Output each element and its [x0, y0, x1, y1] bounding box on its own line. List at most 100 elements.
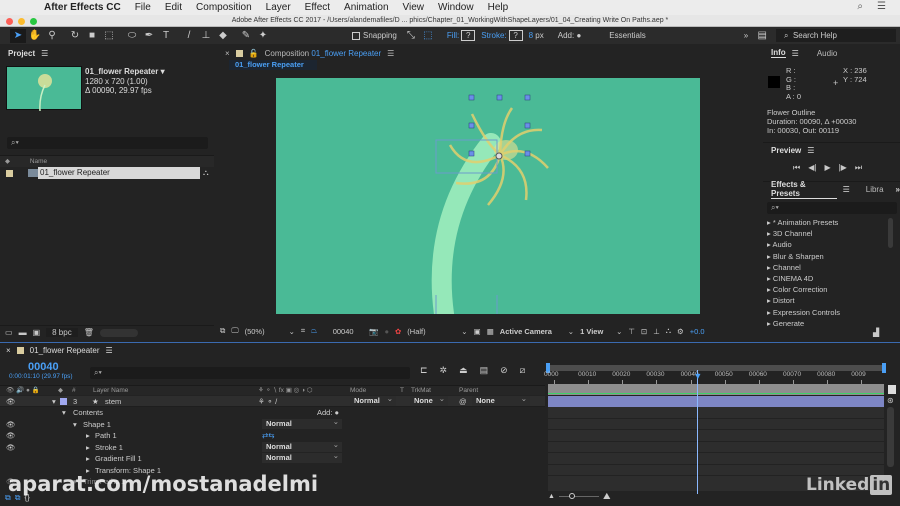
play-icon[interactable]: ▶ [824, 163, 830, 173]
menu-app-name[interactable]: After Effects CC [44, 2, 121, 13]
tab-audio[interactable]: Audio [817, 49, 837, 58]
resolution-dropdown[interactable]: (Half) [407, 327, 455, 336]
first-frame-icon[interactable]: ⏮ [793, 163, 800, 173]
blend-mode-dropdown[interactable]: Normal [262, 417, 342, 429]
current-time-display[interactable]: 00040 [323, 327, 363, 336]
panel-menu-icon[interactable]: ☰ [106, 346, 113, 355]
draft-3d-icon[interactable]: ✲ [440, 365, 448, 376]
eraser-tool-icon[interactable]: ◆ [215, 29, 231, 43]
layer-switches[interactable]: ⚘ ⚬ / [258, 396, 277, 407]
effects-scrollbar[interactable] [888, 218, 893, 248]
effects-category[interactable]: ▸ Channel [763, 262, 900, 273]
av-features-icons[interactable]: 👁 🔊 ● 🔒 [6, 386, 40, 396]
panel-menu-icon[interactable]: ☰ [387, 49, 394, 58]
previous-frame-icon[interactable]: ◀| [808, 163, 816, 173]
label-color-swatch[interactable] [6, 170, 13, 177]
project-scrollbar[interactable] [99, 328, 138, 337]
project-panel-title[interactable]: Project [8, 49, 35, 58]
property-label[interactable]: Path 1 [95, 430, 117, 441]
effects-category[interactable]: ▸ Generate [763, 318, 900, 329]
snapshot-camera-icon[interactable]: 📷 [369, 327, 378, 336]
new-preset-icon[interactable]: ▟ [873, 328, 879, 337]
effects-category[interactable]: ▸ Distort [763, 295, 900, 306]
selection-tool-icon[interactable]: ➤ [10, 28, 26, 43]
region-of-interest-icon[interactable]: ▣ [474, 327, 481, 336]
close-panel-icon[interactable]: × [225, 49, 230, 58]
comp-marker-bin-icon[interactable] [888, 385, 896, 394]
chevron-down-icon[interactable]: ⌄ [616, 327, 622, 336]
hand-tool-icon[interactable]: ✋ [27, 29, 43, 43]
expand-arrow-icon[interactable]: ▾ [62, 407, 66, 418]
toggle-pixel-aspect-icon[interactable]: ⊤ [628, 327, 635, 336]
close-panel-icon[interactable]: × [6, 346, 11, 355]
camera-tool-icon[interactable]: ■ [84, 29, 100, 43]
camera-view-dropdown[interactable]: Active Camera [500, 327, 562, 336]
minimize-window-button[interactable] [18, 18, 25, 25]
layer-name[interactable]: stem [105, 396, 121, 407]
zoom-tool-icon[interactable]: ⚲ [44, 29, 60, 43]
fill-control[interactable]: Fill:? [447, 30, 476, 41]
search-help-toggle-icon[interactable]: ▤ [754, 29, 770, 43]
chevron-down-icon[interactable]: ⌄ [461, 327, 467, 336]
composition-mini-flowchart-icon[interactable]: ⊏ [420, 365, 428, 376]
name-column-header[interactable]: Name [30, 158, 47, 165]
parent-column-header[interactable]: Parent [459, 386, 478, 396]
stroke-width-field[interactable]: 8 px [529, 31, 544, 40]
menu-effect[interactable]: Effect [305, 2, 330, 13]
view-layout-dropdown[interactable]: 1 View [580, 327, 610, 336]
add-shape-menu[interactable]: Add: ● [558, 31, 582, 40]
composition-tab[interactable]: 01_flower Repeater [229, 60, 317, 70]
composition-canvas[interactable] [276, 78, 700, 314]
current-frame-display[interactable]: 00040 [28, 361, 59, 373]
expand-arrow-icon[interactable]: ▸ [86, 430, 90, 441]
tab-info[interactable]: Info [771, 48, 786, 58]
effects-search-input[interactable]: ⌕▾ [767, 202, 897, 214]
close-window-button[interactable] [6, 18, 13, 25]
panel-menu-icon[interactable]: ☰ [807, 146, 814, 155]
pickwhip-icon[interactable]: @ [459, 396, 467, 407]
menu-animation[interactable]: Animation [344, 2, 388, 13]
exposure-value[interactable]: +0.0 [690, 327, 705, 336]
effects-category[interactable]: ▸ Blur & Sharpen [763, 251, 900, 262]
fast-previews-icon[interactable]: ⊡ [641, 327, 647, 336]
trkmat-dropdown[interactable]: None [410, 394, 448, 406]
notification-list-icon[interactable]: ☰ [877, 1, 886, 12]
property-label[interactable]: Gradient Fill 1 [95, 453, 142, 464]
parent-dropdown[interactable]: None [472, 394, 530, 406]
exposure-reset-icon[interactable]: ⚙ [677, 327, 684, 336]
ellipse-tool-icon[interactable]: ⬭ [124, 29, 140, 43]
t-column-header[interactable]: T [400, 386, 404, 396]
brush-tool-icon[interactable]: / [181, 29, 197, 43]
more-workspaces-button[interactable]: » [744, 31, 748, 40]
snap-options-icon[interactable]: ⤡ [403, 29, 419, 43]
layer-name-column-header[interactable]: Layer Name [93, 386, 128, 396]
monitor-icon[interactable]: 🖵 [231, 326, 238, 336]
mask-visibility-icon[interactable]: ⏢ [311, 326, 317, 336]
property-label[interactable]: Shape 1 [83, 419, 111, 430]
expand-arrow-icon[interactable]: ▸ [86, 453, 90, 464]
panel-menu-icon[interactable]: ☰ [843, 185, 850, 194]
menu-file[interactable]: File [135, 2, 151, 13]
project-item-name[interactable]: 01_flower Repeater ▾ [85, 67, 165, 77]
lock-icon[interactable]: 🔓 [249, 49, 259, 58]
timeline-zoom-slider[interactable] [558, 493, 599, 499]
visibility-eye-icon[interactable]: 👁 [6, 430, 16, 441]
show-snapshot-icon[interactable]: ● [384, 327, 389, 336]
effects-category[interactable]: ▸ 3D Channel [763, 228, 900, 239]
effects-category[interactable]: ▸ CINEMA 4D [763, 273, 900, 284]
composition-viewer[interactable] [276, 78, 700, 314]
workspace-essentials[interactable]: Essentials [609, 31, 645, 40]
blend-mode-dropdown[interactable]: Normal [262, 451, 342, 463]
chevron-down-icon[interactable]: ⌄ [568, 327, 574, 336]
timeline-vertical-scrollbar[interactable] [887, 407, 894, 467]
expand-arrow-icon[interactable]: ▸ [86, 442, 90, 453]
zoom-slider-thumb[interactable] [568, 493, 575, 499]
layer-duration-bar[interactable] [548, 396, 884, 407]
effects-category[interactable]: ▸ Expression Controls [763, 307, 900, 318]
menu-window[interactable]: Window [438, 2, 474, 13]
effects-category[interactable]: ▸ * Animation Presets [763, 217, 900, 228]
search-help-input[interactable]: ⌕ Search Help [776, 29, 896, 42]
stroke-control[interactable]: Stroke:? [481, 30, 523, 41]
transparency-grid-icon[interactable]: ▦ [487, 327, 494, 336]
path-direction-icons[interactable]: ⇄⇆ [262, 430, 275, 441]
